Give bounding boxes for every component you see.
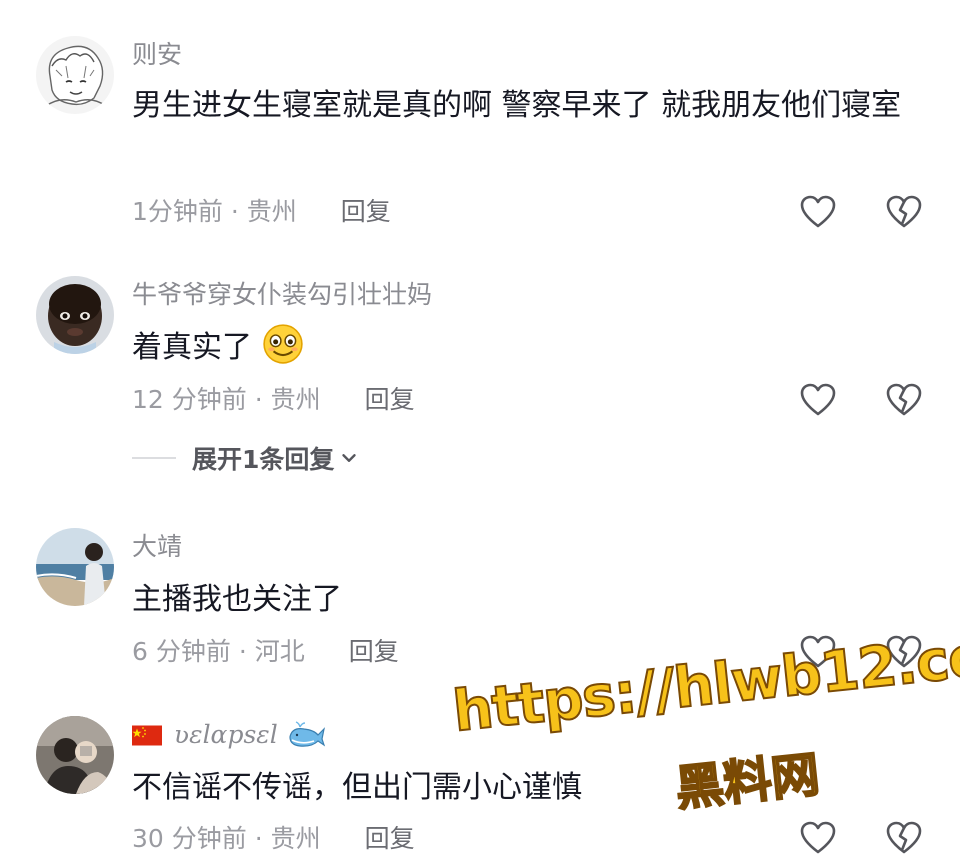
- dislike-button[interactable]: [884, 192, 924, 232]
- comment-time: 1分钟前: [132, 197, 223, 226]
- avatar[interactable]: [36, 716, 114, 794]
- child-photo-avatar-icon: [36, 276, 114, 354]
- username-signature: ʋɛlɑpsɛl: [173, 720, 278, 749]
- broken-heart-icon: [886, 195, 922, 228]
- heart-icon: [800, 635, 836, 668]
- like-button[interactable]: [798, 192, 838, 232]
- expand-divider: [132, 457, 176, 459]
- avatar[interactable]: [36, 36, 114, 114]
- reply-button[interactable]: 回复: [349, 637, 399, 666]
- broken-heart-icon: [886, 821, 922, 854]
- seaside-photo-avatar-icon: [36, 528, 114, 606]
- heart-icon: [800, 821, 836, 854]
- comment-location: 贵州: [246, 197, 297, 226]
- comment-meta: 6 分钟前 · 河北 回复: [132, 637, 399, 667]
- expand-replies-label: 展开1条回复: [192, 445, 335, 474]
- comment-time: 6 分钟前: [132, 637, 231, 666]
- comment-text: 着真实了: [132, 322, 932, 374]
- comment-text-content: 着真实了: [132, 330, 252, 365]
- comment-username[interactable]: ʋɛlɑpsɛl: [132, 720, 326, 750]
- comment-text: 主播我也关注了: [132, 582, 342, 617]
- comment-meta: 30 分钟前 · 贵州 回复: [132, 824, 415, 854]
- comment-location: 河北: [254, 637, 305, 666]
- broken-heart-icon: [886, 635, 922, 668]
- comment-text: 男生进女生寝室就是真的啊 警察早来了 就我朋友他们寝室: [132, 88, 902, 123]
- meta-separator: ·: [238, 637, 247, 666]
- comment-meta: 1分钟前 · 贵州 回复: [132, 197, 391, 227]
- meta-separator: ·: [230, 197, 239, 226]
- reply-button[interactable]: 回复: [341, 197, 391, 226]
- comment-username[interactable]: 大靖: [132, 532, 182, 562]
- couple-photo-avatar-icon: [36, 716, 114, 794]
- broken-heart-icon: [886, 383, 922, 416]
- dislike-button[interactable]: [884, 818, 924, 858]
- whale-icon: [289, 721, 325, 747]
- avatar[interactable]: [36, 528, 114, 606]
- comment-location: 贵州: [270, 385, 321, 414]
- expand-replies-button[interactable]: 展开1条回复: [132, 440, 360, 476]
- like-button[interactable]: [798, 632, 838, 672]
- smiling-face-icon: [262, 324, 303, 364]
- chevron-down-icon: [342, 454, 357, 462]
- reply-button[interactable]: 回复: [365, 385, 415, 414]
- heart-icon: [800, 383, 836, 416]
- like-button[interactable]: [798, 380, 838, 420]
- like-button[interactable]: [798, 818, 838, 858]
- dislike-button[interactable]: [884, 632, 924, 672]
- comment-meta: 12 分钟前 · 贵州 回复: [132, 385, 415, 415]
- meta-separator: ·: [254, 385, 263, 414]
- comment-text: 不信谣不传谣，但出门需小心谨慎: [132, 770, 582, 805]
- comment-username[interactable]: 牛爷爷穿女仆装勾引壮壮妈: [132, 280, 432, 310]
- comment-time: 12 分钟前: [132, 385, 247, 414]
- china-flag-icon: [132, 725, 162, 746]
- avatar[interactable]: [36, 276, 114, 354]
- heart-icon: [800, 195, 836, 228]
- comment-username[interactable]: 则安: [132, 40, 182, 70]
- anime-sketch-avatar-icon: [36, 36, 114, 114]
- dislike-button[interactable]: [884, 380, 924, 420]
